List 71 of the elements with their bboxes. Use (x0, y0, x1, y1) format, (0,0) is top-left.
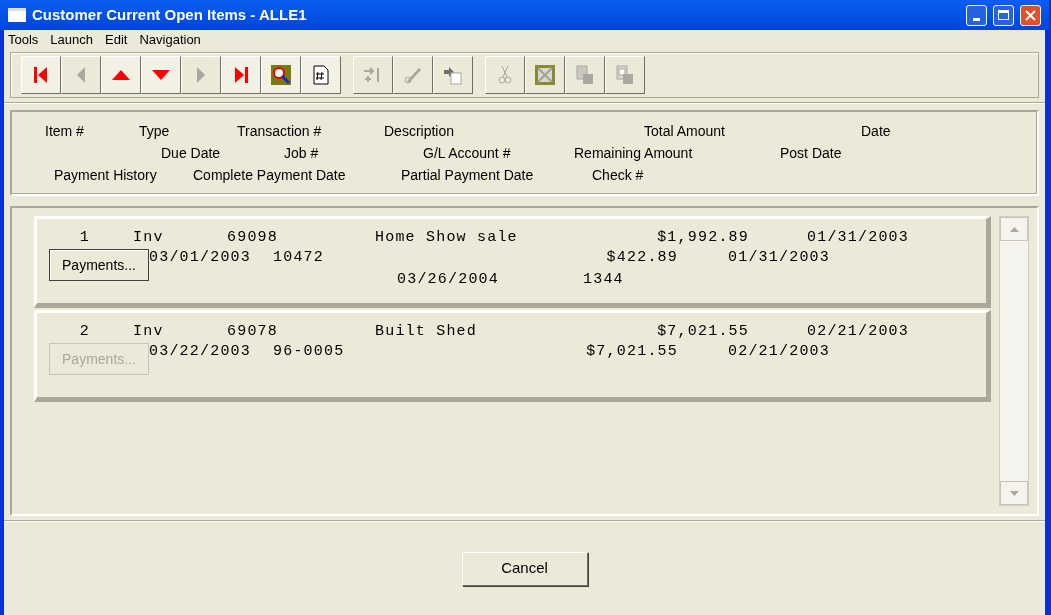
toolbar-button[interactable] (101, 56, 141, 94)
column-header: Job # (284, 144, 319, 161)
column-header: Partial Payment Date (401, 166, 534, 183)
down-arrow-icon (151, 69, 171, 81)
close-icon (1025, 9, 1036, 21)
column-header: Item # (45, 122, 84, 139)
record-field: 69098 (227, 229, 278, 247)
menu-item[interactable]: Launch (50, 30, 93, 50)
column-header: Check # (592, 166, 644, 183)
toolbar-button[interactable] (301, 56, 341, 94)
record-field: $1,992.89 (657, 229, 749, 247)
window-icon (8, 8, 26, 22)
window-title: Customer Current Open Items - ALLE1 (32, 4, 308, 25)
record-field: 03/22/2003 (149, 343, 251, 361)
menu-item[interactable]: Navigation (139, 30, 201, 50)
copy-icon (576, 65, 594, 85)
record-field: $7,021.55 (586, 343, 678, 361)
record-field: Inv (133, 229, 164, 247)
column-header: Total Amount (644, 122, 725, 139)
record-field: 01/31/2003 (728, 249, 830, 267)
magnifier-icon (271, 65, 291, 85)
close-button[interactable] (1020, 4, 1041, 26)
last-record-icon (234, 66, 248, 84)
up-arrow-icon (111, 69, 131, 81)
next-icon (196, 66, 206, 84)
column-header: Complete Payment Date (193, 166, 346, 183)
scissors-icon (498, 65, 512, 85)
record-field: 03/26/2004 (397, 271, 499, 289)
column-header: Remaining Amount (574, 144, 693, 161)
arrow-document-icon (443, 65, 463, 85)
cancel-button[interactable]: Cancel (461, 551, 588, 586)
toolbar-button[interactable] (21, 56, 61, 94)
toolbar-button[interactable] (221, 56, 261, 94)
previous-icon (76, 66, 86, 84)
pen-icon (403, 65, 423, 85)
column-header: Due Date (161, 144, 221, 161)
column-header: G/L Account # (423, 144, 511, 161)
record-field: 1 (79, 229, 90, 247)
record-field: 96-0005 (273, 343, 345, 361)
record-field: 02/21/2003 (728, 343, 830, 361)
first-record-icon (34, 66, 48, 84)
menu-item[interactable]: Edit (105, 30, 128, 50)
column-header: Payment History (54, 166, 157, 183)
document-icon (313, 65, 329, 85)
record-field: $7,021.55 (657, 323, 749, 341)
record-field: 10472 (273, 249, 324, 267)
record-field: Inv (133, 323, 164, 341)
minimize-button[interactable] (966, 4, 987, 26)
down-arrow-icon (1009, 490, 1019, 496)
column-header: Transaction # (237, 122, 322, 139)
crossed-box-icon (535, 65, 555, 85)
toolbar-button[interactable] (261, 56, 301, 94)
column-header: Post Date (780, 144, 842, 161)
record-field: 01/31/2003 (807, 229, 909, 247)
up-arrow-icon (1009, 226, 1019, 232)
menu-item[interactable]: Tools (8, 30, 39, 50)
record-field: 2 (79, 323, 90, 341)
maximize-button[interactable] (993, 4, 1014, 26)
record-field: 02/21/2003 (807, 323, 909, 341)
toolbar-button[interactable] (141, 56, 181, 94)
copy-icon (616, 65, 634, 85)
record-field: 03/01/2003 (149, 249, 251, 267)
record-field: 1344 (583, 271, 624, 289)
record-field: 69078 (227, 323, 278, 341)
record-field: $422.89 (606, 249, 678, 267)
record-field: Built Shed (375, 323, 477, 341)
column-header: Description (384, 122, 455, 139)
column-header: Date (861, 122, 891, 139)
record-field: Home Show sale (375, 229, 518, 247)
column-header: Type (139, 122, 170, 139)
payments-button[interactable]: Payments... (49, 249, 149, 281)
